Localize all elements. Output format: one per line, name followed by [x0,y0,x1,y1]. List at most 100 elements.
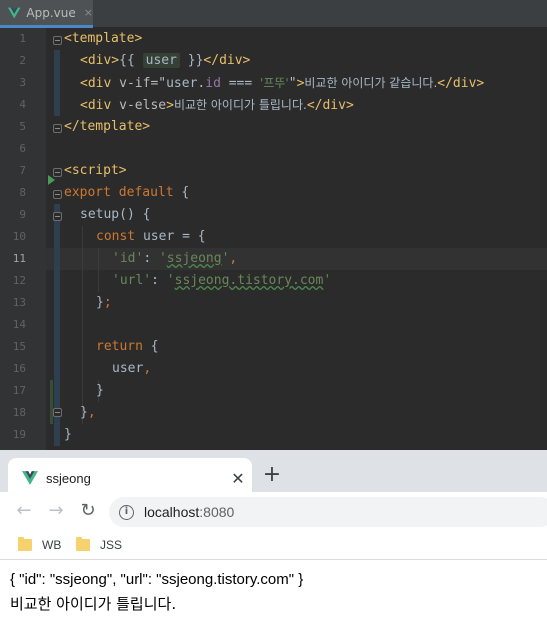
reload-icon[interactable]: ↻ [76,499,100,523]
token: , [229,251,238,266]
code-line-3: <div v-if="user.id === '프뚜'">비교한 아이디가 같습… [80,72,484,94]
token: id [205,76,221,91]
token: </div> [203,53,251,68]
vue-logo-icon [8,7,21,18]
site-info-icon[interactable]: i [119,504,134,520]
line-number: 8 [19,186,26,199]
token: = { [174,229,206,244]
forward-arrow-icon[interactable]: → [44,499,68,523]
code-line-13: }; [96,292,112,314]
token: } [64,427,72,442]
token: setup [80,207,120,222]
code-line-12: 'url': 'ssjeong.tistory.com' [112,270,331,292]
address-bar[interactable]: i localhost:8080 [109,497,547,527]
run-gutter-icon[interactable] [48,175,55,185]
token: > [166,98,174,113]
line-number: 3 [19,76,26,89]
line-number: 13 [12,296,26,309]
line-number-gutter: 1 2 3 4 5 6 7 8 9 10 11 12 13 14 15 16 1… [0,28,46,450]
fold-toggle-icon[interactable] [53,124,62,133]
code-editor: App.vue × 1 2 3 4 5 6 7 8 9 10 11 12 13 … [0,0,547,450]
line-number: 15 [12,340,26,353]
code-line-2: <div>{{ user }}</div> [80,50,250,72]
folder-icon [18,537,32,551]
code-line-5: </template> [64,116,150,138]
token: <div> [80,53,120,68]
back-arrow-icon[interactable]: ← [12,499,36,523]
line-number: 12 [12,274,26,287]
line-number: 2 [19,54,26,67]
token: ' [323,273,332,288]
code-line-11: 'id': 'ssjeong', [112,248,237,270]
user-object-output: { "id": "ssjeong", "url": "ssjeong.tisto… [10,571,304,588]
token: '프뚜' [260,76,289,90]
line-number: 6 [19,142,26,155]
token: </template> [64,119,151,134]
token: const [96,229,143,244]
token: {{ [119,53,143,68]
browser-tab-title: ssjeong [46,470,91,486]
token: <div [80,98,120,113]
indent-guide [82,226,83,424]
fold-toggle-icon[interactable] [53,190,62,199]
code-line-1: <template> [64,28,142,50]
token: , [87,405,96,420]
fold-toggle-icon[interactable] [53,212,62,221]
code-line-19: } [64,424,72,446]
line-number: 16 [12,362,26,375]
token: user [142,229,175,244]
code-line-10: const user = { [96,226,206,248]
fold-toggle-icon[interactable] [53,408,62,417]
line-number: 9 [19,208,26,221]
comparison-result-text: 비교한 아이디가 틀립니다. [10,595,177,613]
token: </div> [437,76,485,91]
token: ' [166,273,175,288]
line-number: 17 [12,384,26,397]
bookmark-label: WB [42,538,62,552]
tab-close-icon[interactable]: × [84,6,93,19]
token: <template> [64,31,143,46]
code-line-9: setup() { [80,204,150,226]
template-scope-bar [54,50,60,116]
bookmark-jss[interactable]: JSS [76,536,122,554]
bookmark-wb[interactable]: WB [18,536,61,554]
token: { [173,185,190,200]
tab-label: App.vue [26,5,76,20]
browser-toolbar: ← → ↻ i localhost:8080 [0,492,547,530]
folder-icon [76,537,90,551]
token: : [151,273,167,288]
bookmarks-bar: WB JSS [0,530,547,560]
token: user [166,76,198,91]
new-tab-button[interactable]: + [260,462,284,488]
token: : [143,251,159,266]
close-tab-icon[interactable]: ✕ [224,469,252,488]
token: 'url' [112,273,152,288]
vue-favicon-icon [22,471,38,485]
line-number: 14 [12,318,26,331]
code-line-15: return { [96,336,159,358]
code-line-8: export default { [64,182,189,204]
browser-window: ssjeong ✕ + ← → ↻ i localhost:8080 WB JS… [0,450,547,629]
line-number: 10 [12,230,26,243]
token: export default [64,185,174,200]
code-line-16: user, [112,358,151,380]
token: return [96,339,143,354]
token: } [96,383,104,398]
tab-app-vue[interactable]: App.vue × [0,0,93,28]
token: () { [119,207,151,222]
line-number: 18 [12,406,26,419]
code-line-17: } [96,380,104,402]
line-number: 1 [19,32,26,45]
line-number: 4 [19,98,26,111]
token: user [142,53,180,68]
fold-toggle-icon[interactable] [53,36,62,45]
token: <div [80,76,120,91]
code-line-7: <script> [64,160,127,182]
token: } [80,405,88,420]
token: }} [179,53,204,68]
code-line-18: }, [80,402,96,424]
token: } [96,295,104,310]
token: <script> [64,163,127,178]
token: { [142,339,159,354]
line-number-active: 11 [12,252,26,265]
